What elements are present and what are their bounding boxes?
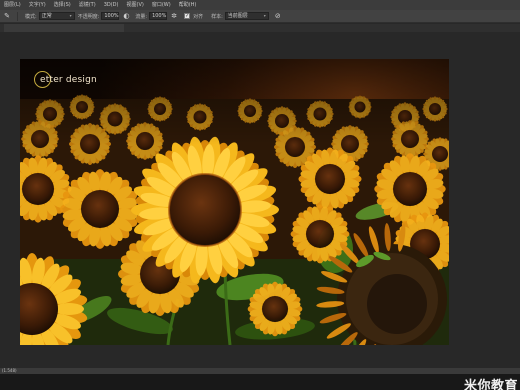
- sample-select[interactable]: 当前图层 ▾: [224, 12, 269, 20]
- canvas-area[interactable]: etter design: [0, 32, 520, 368]
- photoshop-window: 图层(L) 文字(Y) 选择(S) 滤镜(T) 3D(D) 视图(V) 窗口(W…: [0, 0, 520, 390]
- sunflower-photo[interactable]: etter design: [20, 59, 449, 345]
- opacity-value: 100%: [104, 13, 119, 19]
- airbrush-icon[interactable]: ✲: [170, 12, 178, 20]
- menu-window[interactable]: 窗口(W): [152, 0, 171, 10]
- menu-select[interactable]: 选择(S): [54, 0, 71, 10]
- watermark-logo: 米你教育: [463, 379, 518, 390]
- document-tab-strip: [0, 24, 520, 32]
- chevron-down-icon: ▾: [263, 13, 266, 18]
- chevron-down-icon: ▾: [69, 13, 72, 18]
- menu-layer[interactable]: 图层(L): [4, 0, 21, 10]
- opacity-label: 不透明度:: [77, 13, 100, 20]
- mode-select[interactable]: 正常 ▾: [38, 12, 75, 20]
- mode-label: 模式:: [25, 13, 37, 20]
- document-tab[interactable]: [4, 24, 124, 32]
- align-label: 对齐: [193, 13, 204, 20]
- mode-value: 正常: [41, 13, 52, 19]
- overlay-title: etter design: [40, 75, 97, 85]
- zoom-readout: (1.548): [2, 368, 17, 373]
- sunflower-field-image: [20, 59, 449, 345]
- options-bar: ✎ 模式: 正常 ▾ 不透明度: 100% ◐ 流量: 100% ✲ ✓ 对齐 …: [0, 10, 520, 23]
- divider: [17, 11, 18, 21]
- menu-view[interactable]: 视图(V): [127, 0, 144, 10]
- sample-layers-icon[interactable]: ⊘: [274, 12, 282, 20]
- menu-type[interactable]: 文字(Y): [29, 0, 46, 10]
- flow-input[interactable]: 100%: [149, 12, 168, 20]
- brush-icon[interactable]: ✎: [3, 12, 11, 20]
- bottom-band: [0, 374, 520, 390]
- sample-value: 当前图层: [227, 13, 248, 19]
- flow-value: 100%: [152, 13, 167, 19]
- menu-filter[interactable]: 滤镜(T): [79, 0, 96, 10]
- sample-label: 样本:: [211, 13, 223, 20]
- pressure-icon[interactable]: ◐: [122, 12, 130, 20]
- menu-3d[interactable]: 3D(D): [104, 0, 119, 10]
- opacity-input[interactable]: 100%: [101, 12, 120, 20]
- flow-label: 流量:: [135, 13, 148, 20]
- align-checkbox[interactable]: ✓: [184, 13, 191, 19]
- menu-help[interactable]: 帮助(H): [179, 0, 197, 10]
- menu-bar: 图层(L) 文字(Y) 选择(S) 滤镜(T) 3D(D) 视图(V) 窗口(W…: [0, 0, 520, 10]
